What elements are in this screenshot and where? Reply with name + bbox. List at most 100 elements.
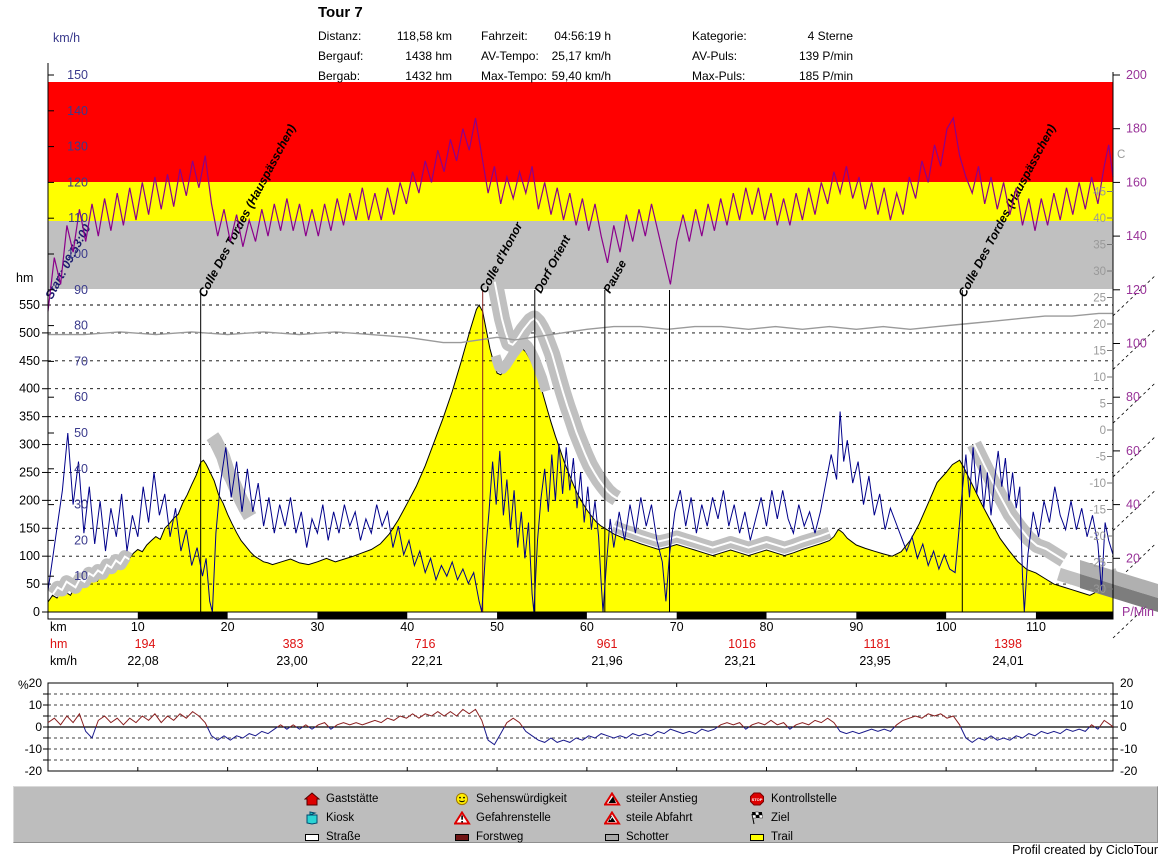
axis-tick-label: 23,21 xyxy=(724,654,755,668)
axis-tick-label: 350 xyxy=(19,410,40,424)
legend-item-label: Kontrollstelle xyxy=(771,793,837,805)
axis-tick-label: 80 xyxy=(74,319,88,333)
axis-tick-label: 140 xyxy=(67,104,88,118)
legend-item-gefahrenstelle: Gefahrenstelle xyxy=(454,810,551,826)
axis-tick-label: 1398 xyxy=(994,637,1022,651)
axis-tick-label: 400 xyxy=(19,382,40,396)
zone-red xyxy=(48,82,1113,182)
axis-tick-label: 70 xyxy=(74,354,88,368)
legend-item-label: Ziel xyxy=(771,812,790,824)
axis-tick-label: % xyxy=(18,678,29,692)
axis-tick-label: -25 xyxy=(1089,558,1106,570)
stat-label-max-puls: Max-Puls: xyxy=(692,69,745,83)
axis-tick-label: 10 xyxy=(1093,372,1106,384)
axis-tick-label: 23,00 xyxy=(276,654,307,668)
axis-tick-label: 80 xyxy=(760,620,774,634)
axis-tick-label: 110 xyxy=(1026,620,1046,634)
axis-tick-label: 110 xyxy=(68,211,88,225)
axis-tick-label: 100 xyxy=(1126,337,1147,351)
axis-tick-label: 10 xyxy=(29,698,43,712)
axis-tick-label: -10 xyxy=(25,742,43,756)
axis-tick-label: 40 xyxy=(74,462,88,476)
axis-tick-label: 22,21 xyxy=(411,654,442,668)
legend-item-label: Sehenswürdigkeit xyxy=(476,793,567,805)
axis-tick-label: km/h xyxy=(50,654,77,668)
axis-tick-label: 130 xyxy=(67,140,88,154)
house-icon xyxy=(304,792,321,806)
axis-tick-label: 450 xyxy=(19,354,40,368)
kiosk-icon xyxy=(304,811,321,825)
axis-tick-label: 150 xyxy=(19,521,40,535)
axis-tick-label: 30 xyxy=(74,498,88,512)
axis-tick-label: -30 xyxy=(1089,584,1106,596)
axis-tick-label: 194 xyxy=(135,637,156,651)
axis-tick-label: 250 xyxy=(19,465,40,479)
legend-item-steiler-anstieg: steiler Anstieg xyxy=(604,791,698,807)
legend-item-forstweg: Forstweg xyxy=(454,829,523,845)
stat-label-fahrzeit: Fahrzeit: xyxy=(481,29,528,43)
axis-tick-label: 20 xyxy=(29,676,43,690)
axis-tick-label: 40 xyxy=(400,620,414,634)
stat-value-max-puls: 185 P/min xyxy=(757,69,853,83)
legend-item-sehenswuerdigkeit: Sehenswürdigkeit xyxy=(454,791,567,807)
trail-icon xyxy=(749,830,766,844)
legend-item-schotter: Schotter xyxy=(604,829,669,845)
axis-tick-label: P/Min xyxy=(1122,605,1154,619)
axis-tick-label: 60 xyxy=(1126,444,1140,458)
axis-tick-label: 120 xyxy=(1126,283,1147,297)
axis-tick-label: 20 xyxy=(1126,551,1140,565)
axis-tick-label: 100 xyxy=(67,247,88,261)
axis-tick-label: 21,96 xyxy=(591,654,622,668)
axis-tick-label: 1016 xyxy=(728,637,756,651)
axis-tick-label: 10 xyxy=(74,569,88,583)
axis-tick-label: km/h xyxy=(53,31,80,45)
ciclotour-profile-page: Start: 09:53:00Colle Des Tordes (Hauspäs… xyxy=(0,0,1166,859)
axis-tick-label: 50 xyxy=(490,620,504,634)
axis-tick-label: 20 xyxy=(74,533,88,547)
legend-item-label: Straße xyxy=(326,831,361,843)
stat-value-av-puls: 139 P/min xyxy=(757,49,853,63)
legend-item-strasse: Straße xyxy=(304,829,361,845)
stat-value-max-tempo: 59,40 km/h xyxy=(535,69,611,83)
axis-tick-label: 60 xyxy=(74,390,88,404)
axis-tick-label: 45 xyxy=(1093,187,1106,199)
tour-profile-chart: Start: 09:53:00Colle Des Tordes (Hauspäs… xyxy=(0,0,1166,859)
axis-tick-label: 0 xyxy=(33,605,40,619)
axis-tick-label: 24,01 xyxy=(992,654,1023,668)
stat-value-bergauf: 1438 hm xyxy=(362,49,452,63)
axis-tick-label: -10 xyxy=(1120,742,1138,756)
legend-item-trail: Trail xyxy=(749,829,793,845)
legend-item-ziel: Ziel xyxy=(749,810,790,826)
stat-value-kategorie: 4 Sterne xyxy=(757,29,853,43)
legend-item-label: steile Abfahrt xyxy=(626,812,692,824)
axis-tick-label: 25 xyxy=(1093,293,1106,305)
axis-tick-label: 60 xyxy=(580,620,594,634)
axis-tick-label: 20 xyxy=(221,620,235,634)
axis-tick-label: 961 xyxy=(597,637,618,651)
axis-tick-label: -15 xyxy=(1089,505,1106,517)
steep-climb-icon xyxy=(604,792,621,806)
axis-tick-label: 0 xyxy=(1120,720,1127,734)
stat-value-av-tempo: 25,17 km/h xyxy=(535,49,611,63)
axis-tick-label: 5 xyxy=(1100,399,1106,411)
stat-label-bergauf: Bergauf: xyxy=(318,49,363,63)
svg-text:STOP: STOP xyxy=(752,797,763,802)
axis-tick-label: 10 xyxy=(1120,698,1134,712)
axis-tick-label: -20 xyxy=(1089,531,1106,543)
distance-bar-segment xyxy=(138,613,228,619)
temperature-series xyxy=(48,313,1113,342)
axis-tick-label: 30 xyxy=(310,620,324,634)
credit-text: Profil created by CicloTour xyxy=(860,843,1158,857)
axis-tick-label: 50 xyxy=(26,577,40,591)
axis-tick-label: 20 xyxy=(1120,676,1134,690)
axis-tick-label: 200 xyxy=(1126,68,1147,82)
legend-item-label: Schotter xyxy=(626,831,669,843)
stat-label-kategorie: Kategorie: xyxy=(692,29,747,43)
axis-tick-label: 23,95 xyxy=(859,654,890,668)
axis-tick-label: 35 xyxy=(1093,240,1106,252)
checkered-flag-icon xyxy=(749,811,766,825)
axis-tick-label: 300 xyxy=(19,438,40,452)
forest-road-icon xyxy=(454,830,471,844)
axis-tick-label: 1181 xyxy=(864,637,891,651)
stat-label-av-tempo: AV-Tempo: xyxy=(481,49,539,63)
